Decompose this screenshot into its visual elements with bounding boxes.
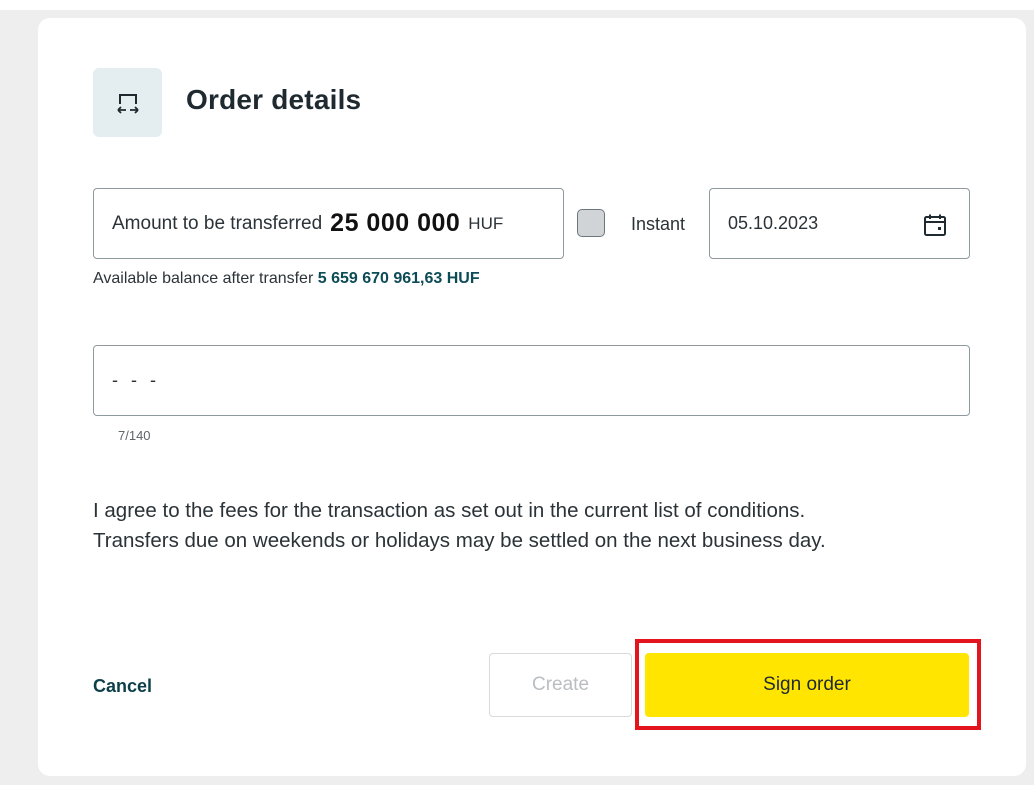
terms-line-2: Transfers due on weekends or holidays ma… (93, 529, 826, 552)
calendar-icon[interactable] (923, 213, 947, 242)
memo-value[interactable]: - - - (112, 370, 160, 391)
page-title: Order details (186, 84, 362, 115)
balance-label: Available balance after transfer (93, 270, 314, 287)
terms-line-1: I agree to the fees for the transaction … (93, 499, 806, 522)
amount-field[interactable]: Amount to be transferred 25 000 000 HUF (93, 188, 564, 259)
sign-order-button[interactable]: Sign order (645, 653, 969, 717)
amount-currency: HUF (468, 213, 504, 233)
instant-label: Instant (631, 214, 686, 234)
balance-value: 5 659 670 961,63 HUF (317, 270, 480, 287)
date-field[interactable]: 05.10.2023 (709, 188, 970, 259)
terms-text: I agree to the fees for the transaction … (93, 496, 993, 556)
transfer-icon (93, 68, 162, 137)
amount-label: Amount to be transferred (112, 212, 323, 234)
memo-input[interactable]: - - - (93, 345, 970, 416)
instant-checkbox[interactable] (577, 209, 605, 237)
amount-value[interactable]: 25 000 000 (330, 209, 460, 238)
order-details-card: Order details Amount to be transferred 2… (38, 18, 1026, 776)
create-button[interactable]: Create (489, 653, 632, 717)
date-value[interactable]: 05.10.2023 (728, 213, 818, 234)
balance-info: Available balance after transfer 5 659 6… (93, 270, 480, 288)
memo-char-counter: 7/140 (118, 428, 151, 443)
cancel-link[interactable]: Cancel (93, 676, 152, 697)
